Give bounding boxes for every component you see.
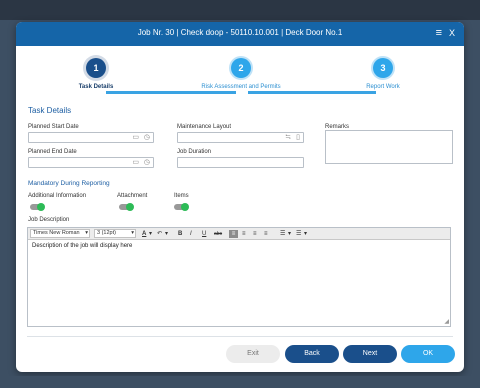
backdrop-top: [0, 0, 480, 20]
job-description-editor[interactable]: Times New Roman ▾ 3 (12pt) ▾ A ▾ ↶ ▾ B I…: [27, 227, 451, 327]
close-icon[interactable]: X: [449, 27, 455, 39]
menu-icon[interactable]: ≡: [436, 26, 442, 40]
font-family-select[interactable]: Times New Roman ▾: [30, 229, 90, 238]
calendar-icon[interactable]: ▭: [132, 159, 139, 167]
section-title-task-details: Task Details: [28, 106, 72, 115]
list-icon[interactable]: ≒: [285, 134, 291, 142]
chevron-down-icon: ▾: [131, 230, 134, 236]
wizard-stepper: 1 2 3 Task Details Risk Assessment and P…: [16, 46, 464, 100]
clock-icon[interactable]: ◷: [144, 134, 150, 142]
additional-information-toggle[interactable]: [30, 203, 45, 211]
step-connector-2: [248, 91, 376, 94]
step-connector-1: [106, 91, 236, 94]
bullet-list-icon[interactable]: ☰: [280, 230, 285, 238]
chevron-down-icon[interactable]: ▾: [165, 230, 168, 238]
step-2-label: Risk Assessment and Permits: [201, 84, 281, 90]
strikethrough-button[interactable]: abc: [214, 230, 222, 238]
planned-end-date-field[interactable]: ▭ ◷: [28, 157, 154, 168]
numbered-list-icon[interactable]: ☰: [296, 230, 301, 238]
clock-icon[interactable]: ◷: [144, 159, 150, 167]
maintenance-layout-label: Maintenance Layout: [177, 124, 232, 130]
attachment-label: Attachment: [117, 193, 148, 199]
items-label: Items: [174, 193, 189, 199]
font-size-select[interactable]: 3 (12pt) ▾: [94, 229, 136, 238]
remarks-textarea[interactable]: [325, 130, 453, 164]
chevron-down-icon[interactable]: ▾: [149, 230, 152, 238]
mandatory-reporting-title: Mandatory During Reporting: [28, 180, 110, 187]
bold-button[interactable]: B: [178, 230, 182, 238]
job-description-label: Job Description: [28, 217, 70, 223]
attachment-toggle[interactable]: [119, 203, 134, 211]
underline-button[interactable]: U: [202, 230, 206, 238]
ok-button[interactable]: OK: [401, 345, 455, 363]
step-3[interactable]: 3: [373, 58, 393, 78]
toggle-knob: [126, 203, 134, 211]
font-color-button[interactable]: A: [142, 230, 146, 238]
job-modal: Job Nr. 30 | Check doop - 50110.10.001 |…: [16, 22, 464, 372]
maintenance-layout-field[interactable]: ≒ ▯: [177, 132, 304, 143]
chevron-down-icon[interactable]: ▾: [304, 230, 307, 238]
step-1[interactable]: 1: [86, 58, 106, 78]
planned-start-date-label: Planned Start Date: [28, 124, 79, 130]
items-toggle[interactable]: [174, 203, 189, 211]
title-bar: Job Nr. 30 | Check doop - 50110.10.001 |…: [16, 22, 464, 46]
align-right-icon[interactable]: ≡: [253, 230, 257, 238]
align-center-icon[interactable]: ≡: [242, 230, 246, 238]
chevron-down-icon[interactable]: ▾: [288, 230, 291, 238]
planned-start-date-field[interactable]: ▭ ◷: [28, 132, 154, 143]
font-size-value: 3 (12pt): [97, 230, 116, 236]
step-3-label: Report Work: [366, 84, 400, 90]
align-left-icon[interactable]: ≡: [229, 230, 238, 238]
undo-icon[interactable]: ↶: [157, 230, 162, 238]
job-description-content: Description of the job will display here: [32, 243, 133, 249]
clipboard-icon[interactable]: ▯: [296, 134, 300, 142]
calendar-icon[interactable]: ▭: [132, 134, 139, 142]
toggle-knob: [37, 203, 45, 211]
back-button[interactable]: Back: [285, 345, 339, 363]
window-title: Job Nr. 30 | Check doop - 50110.10.001 |…: [137, 28, 343, 37]
job-duration-label: Job Duration: [177, 149, 212, 155]
chevron-down-icon: ▾: [85, 230, 88, 236]
align-justify-icon[interactable]: ≡: [264, 230, 268, 238]
next-button[interactable]: Next: [343, 345, 397, 363]
backdrop-bottom: [0, 376, 480, 388]
editor-toolbar: Times New Roman ▾ 3 (12pt) ▾ A ▾ ↶ ▾ B I…: [28, 228, 450, 240]
font-family-value: Times New Roman: [33, 230, 80, 236]
footer-divider: [27, 336, 453, 337]
italic-button[interactable]: I: [190, 230, 192, 238]
resize-handle-icon[interactable]: ◢: [444, 319, 449, 325]
planned-end-date-label: Planned End Date: [28, 149, 77, 155]
exit-button[interactable]: Exit: [226, 345, 280, 363]
additional-information-label: Additional Information: [28, 193, 87, 199]
job-duration-field[interactable]: [177, 157, 304, 168]
toggle-knob: [181, 203, 189, 211]
step-2[interactable]: 2: [231, 58, 251, 78]
step-1-label: Task Details: [78, 84, 114, 90]
